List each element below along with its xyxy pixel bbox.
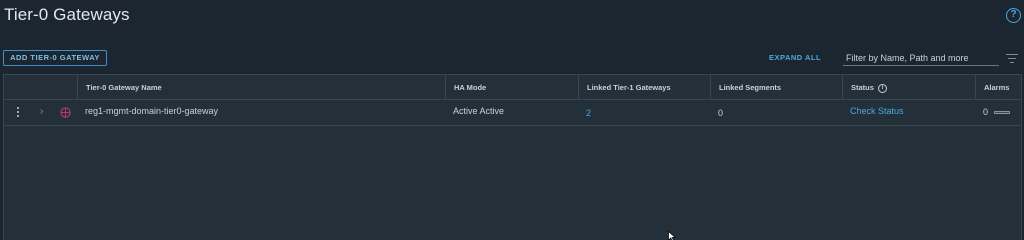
- linked-tier1-count-link[interactable]: 2: [578, 102, 591, 128]
- gateways-table: Tier-0 Gateway Name HA Mode Linked Tier-…: [3, 74, 1022, 240]
- column-header-name[interactable]: Tier-0 Gateway Name: [77, 75, 445, 100]
- column-header-status[interactable]: Status i: [842, 75, 975, 100]
- column-header-ha-mode[interactable]: HA Mode: [445, 75, 578, 100]
- add-tier0-gateway-button[interactable]: ADD TIER-0 GATEWAY: [3, 50, 107, 66]
- column-header-linked-segments[interactable]: Linked Segments: [710, 75, 842, 100]
- alarms-count: 0: [983, 107, 989, 117]
- info-icon[interactable]: i: [877, 83, 887, 93]
- table-row: › reg1-mgmt-domain-tier0-gateway Active …: [4, 100, 1021, 126]
- filter-icon[interactable]: [1006, 54, 1018, 63]
- filter-input[interactable]: [843, 50, 999, 66]
- column-header-alarms[interactable]: Alarms: [975, 75, 1021, 100]
- column-header-linked-tier1[interactable]: Linked Tier-1 Gateways: [578, 75, 710, 100]
- table-header: Tier-0 Gateway Name HA Mode Linked Tier-…: [4, 75, 1021, 100]
- check-status-link[interactable]: Check Status: [842, 100, 904, 126]
- page-title: Tier-0 Gateways: [4, 5, 130, 24]
- chevron-right-icon[interactable]: ›: [40, 105, 43, 119]
- status-header-label: Status: [851, 83, 874, 92]
- linked-segments-value: 0: [718, 108, 724, 118]
- globe-icon: [60, 107, 71, 118]
- ha-mode-value: Active Active: [453, 106, 505, 116]
- kebab-menu-icon[interactable]: [17, 107, 20, 119]
- expand-all-link[interactable]: EXPAND ALL: [769, 53, 821, 62]
- column-header-actions: [4, 75, 77, 100]
- mouse-pointer-icon: [668, 231, 676, 240]
- help-icon[interactable]: ?: [1006, 8, 1021, 23]
- gateway-name: reg1-mgmt-domain-tier0-gateway: [85, 106, 219, 116]
- alarm-bar: [994, 111, 1010, 114]
